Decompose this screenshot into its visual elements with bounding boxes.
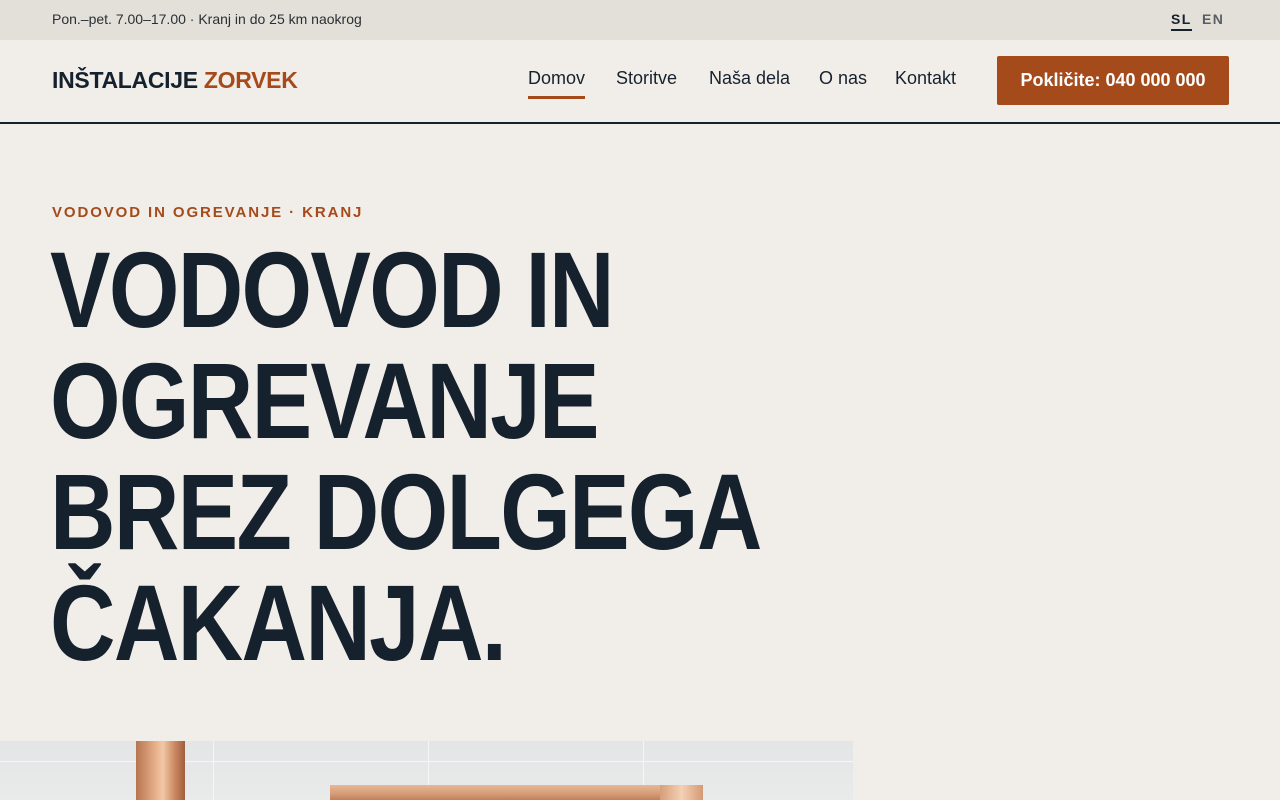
hero-title: VODOVOD IN OGREVANJE BREZ DOLGEGA ČAKANJ… xyxy=(50,234,950,678)
copper-pipe-vertical xyxy=(136,741,185,800)
nav-item-storitve[interactable]: Storitve xyxy=(616,68,677,89)
logo-main-text: INŠTALACIJE xyxy=(52,67,198,93)
nav-item-domov[interactable]: Domov xyxy=(528,68,586,99)
nav-item-nasa-dela[interactable]: Naša dela xyxy=(709,68,790,89)
logo-accent-text: ZORVEK xyxy=(203,67,298,93)
hero-title-line: ČAKANJA. xyxy=(50,562,507,683)
hero-pipes-image xyxy=(0,741,853,800)
business-hours-info: Pon.–pet. 7.00–17.00 · Kranj in do 25 km… xyxy=(52,11,362,27)
logo[interactable]: INŠTALACIJE ZORVEK xyxy=(52,67,298,94)
tile-grout-line xyxy=(0,761,853,762)
site-header: INŠTALACIJE ZORVEK Domov Storitve Naša d… xyxy=(0,40,1280,124)
hero-title-line: BREZ DOLGEGA xyxy=(50,451,762,572)
hero-eyebrow: VODOVOD IN OGREVANJE · KRANJ xyxy=(52,204,364,221)
nav-item-kontakt[interactable]: Kontakt xyxy=(895,68,956,89)
copper-pipe-horizontal xyxy=(330,785,703,800)
language-en-link[interactable]: EN xyxy=(1202,11,1224,27)
topbar: Pon.–pet. 7.00–17.00 · Kranj in do 25 km… xyxy=(0,0,1280,40)
call-button[interactable]: Pokličite: 040 000 000 xyxy=(997,56,1229,105)
hero-title-line: VODOVOD IN xyxy=(50,229,615,350)
tile-grout-line xyxy=(213,741,214,800)
nav-item-o-nas[interactable]: O nas xyxy=(819,68,867,89)
hero-title-line: OGREVANJE xyxy=(50,340,599,461)
copper-pipe-joint xyxy=(660,785,703,800)
language-sl-link[interactable]: SL xyxy=(1171,11,1192,31)
